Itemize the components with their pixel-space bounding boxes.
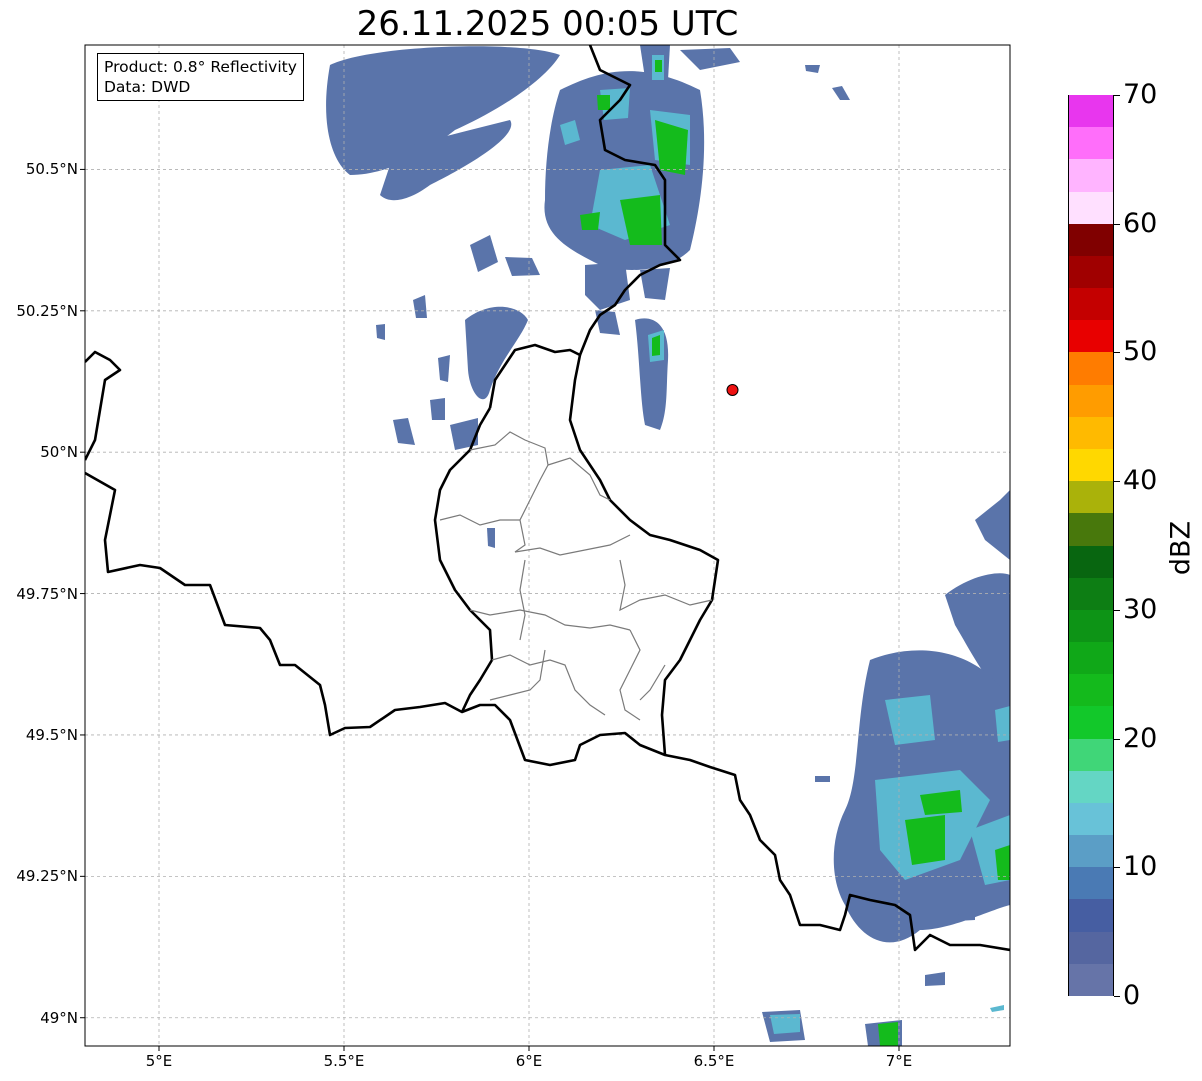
info-product: Product: 0.8° Reflectivity bbox=[104, 58, 297, 76]
colorbar-segment bbox=[1069, 770, 1113, 803]
colorbar-tick-label: 0 bbox=[1123, 980, 1141, 1011]
colorbar-segment bbox=[1069, 255, 1113, 289]
colorbar-segment bbox=[1069, 673, 1113, 707]
lon-tick-label: 5.5°E bbox=[323, 1052, 365, 1070]
radar-site-marker bbox=[726, 383, 739, 396]
colorbar-segment bbox=[1069, 223, 1113, 256]
colorbar-title: dBZ bbox=[1165, 520, 1197, 576]
radar-map bbox=[80, 44, 1011, 1051]
colorbar-segment bbox=[1069, 448, 1113, 482]
colorbar-segment bbox=[1069, 351, 1113, 385]
lat-tick-label: 49.5°N bbox=[25, 725, 78, 744]
lat-tick-label: 50.25°N bbox=[16, 301, 78, 320]
colorbar-segment bbox=[1069, 866, 1113, 900]
colorbar-segment bbox=[1069, 545, 1113, 578]
colorbar-tick-label: 20 bbox=[1123, 722, 1158, 754]
colorbar-tick-label: 60 bbox=[1123, 207, 1158, 239]
radar-echoes bbox=[326, 45, 1010, 1046]
colorbar-segment bbox=[1069, 287, 1113, 321]
colorbar-segment bbox=[1069, 898, 1113, 932]
colorbar-segment bbox=[1069, 641, 1113, 675]
lon-tick-label: 7°E bbox=[885, 1052, 913, 1070]
colorbar-tick bbox=[1114, 223, 1120, 225]
lon-tick-label: 6.5°E bbox=[693, 1052, 735, 1070]
colorbar-segment bbox=[1069, 319, 1113, 353]
colorbar-segment bbox=[1069, 191, 1113, 224]
colorbar-tick bbox=[1114, 352, 1120, 354]
colorbar-tick bbox=[1114, 609, 1120, 611]
colorbar-segment bbox=[1069, 609, 1113, 643]
info-data-source: Data: DWD bbox=[104, 78, 191, 96]
colorbar-segment bbox=[1069, 126, 1113, 160]
colorbar-segment bbox=[1069, 577, 1113, 610]
colorbar-segment bbox=[1069, 931, 1113, 964]
colorbar-segment bbox=[1069, 94, 1113, 128]
colorbar-segment bbox=[1069, 963, 1113, 996]
colorbar-tick bbox=[1114, 95, 1120, 96]
lon-tick-label: 5°E bbox=[145, 1052, 173, 1070]
lat-tick-label: 50°N bbox=[40, 443, 78, 462]
colorbar-tick-label: 10 bbox=[1123, 851, 1158, 883]
colorbar bbox=[1068, 94, 1114, 996]
colorbar-tick bbox=[1114, 738, 1120, 740]
colorbar-segment bbox=[1069, 384, 1113, 417]
colorbar-tick bbox=[1114, 481, 1120, 483]
colorbar-segment bbox=[1069, 158, 1113, 192]
colorbar-tick-label: 40 bbox=[1123, 465, 1158, 497]
lon-tick-label: 6°E bbox=[515, 1052, 543, 1070]
colorbar-segment bbox=[1069, 416, 1113, 449]
colorbar-segment bbox=[1069, 834, 1113, 868]
colorbar-tick-label: 50 bbox=[1123, 336, 1158, 368]
colorbar-segment bbox=[1069, 480, 1113, 514]
lat-tick-label: 49.25°N bbox=[16, 867, 78, 886]
colorbar-segment bbox=[1069, 738, 1113, 771]
colorbar-tick-label: 30 bbox=[1123, 593, 1158, 625]
lat-tick-label: 49°N bbox=[40, 1008, 78, 1027]
colorbar-segment bbox=[1069, 802, 1113, 836]
colorbar-tick bbox=[1114, 996, 1120, 997]
colorbar-segment bbox=[1069, 705, 1113, 739]
longitude-ticks bbox=[158, 1046, 900, 1051]
lat-tick-label: 50.5°N bbox=[25, 160, 78, 179]
colorbar-tick-label: 70 bbox=[1123, 79, 1158, 110]
colorbar-tick bbox=[1114, 867, 1120, 869]
latitude-ticks bbox=[80, 168, 85, 1019]
lat-tick-label: 49.75°N bbox=[16, 584, 78, 603]
colorbar-segment bbox=[1069, 512, 1113, 546]
info-box: Product: 0.8° Reflectivity Data: DWD bbox=[97, 53, 304, 101]
